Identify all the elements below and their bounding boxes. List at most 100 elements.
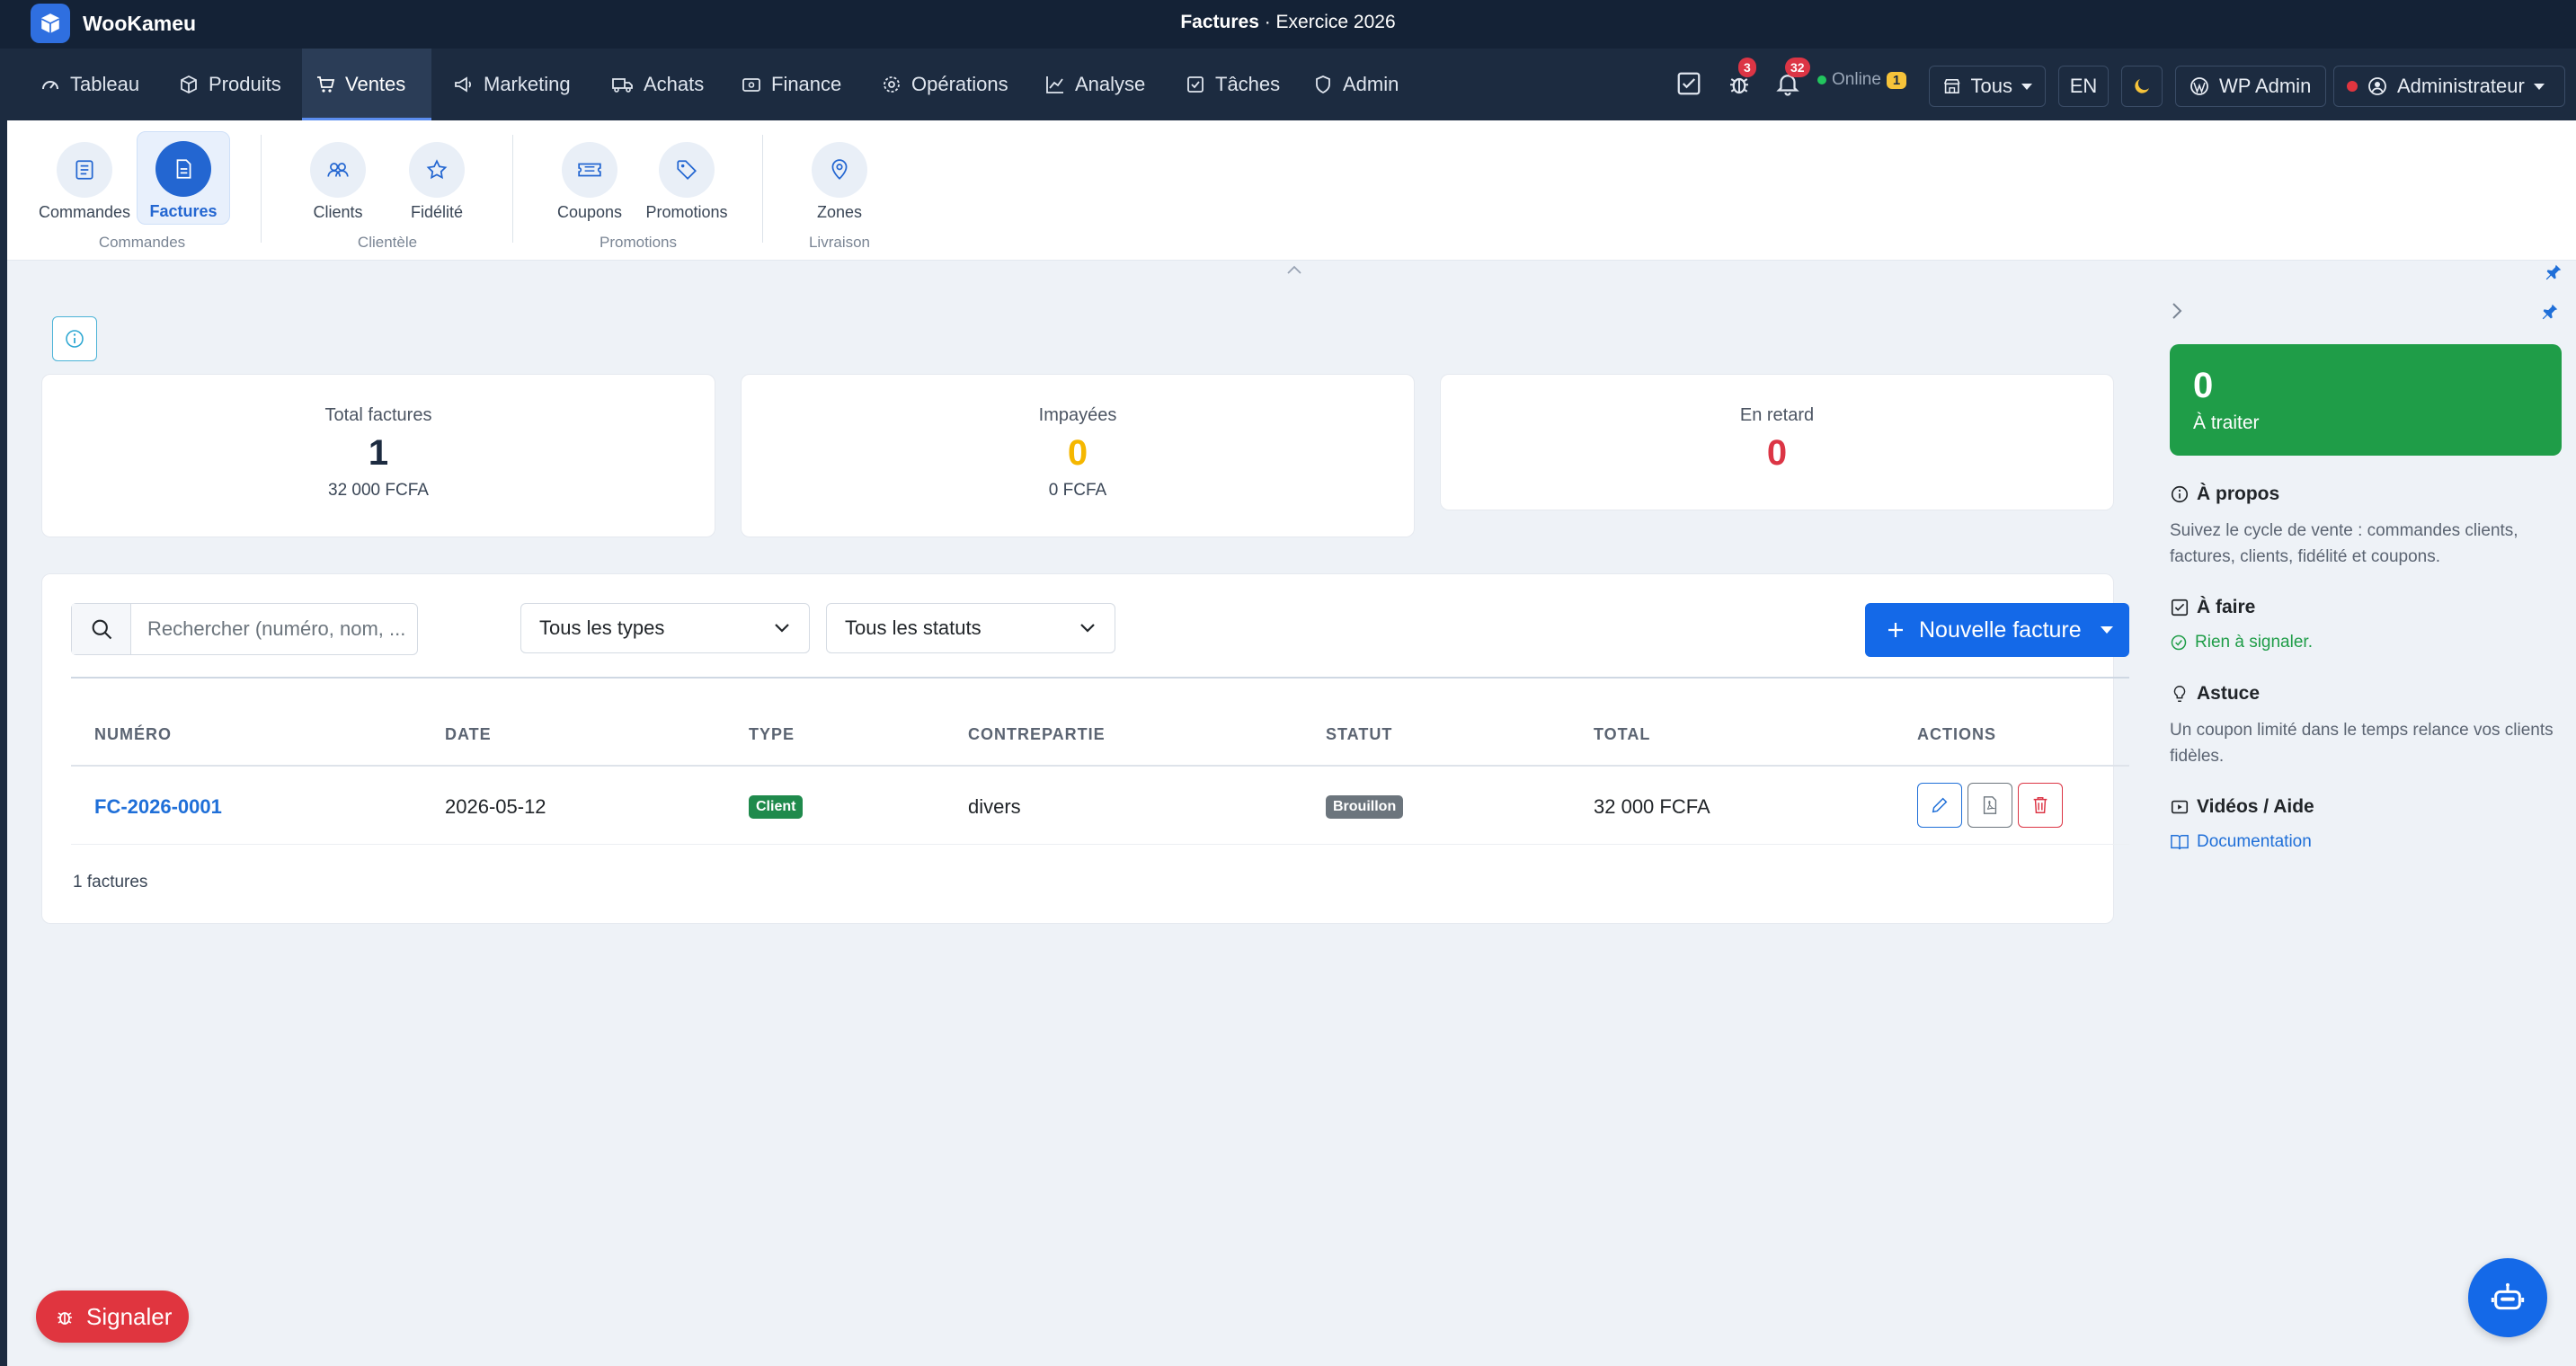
nav-finance[interactable]: Finance: [728, 49, 854, 120]
chevron-down-icon: [2021, 83, 2032, 90]
store-icon: [1943, 79, 1960, 93]
videos-title: Vidéos / Aide: [2197, 796, 2314, 817]
afaire-heading: À faire: [2170, 597, 2255, 618]
col-statut[interactable]: STATUT: [1326, 725, 1392, 744]
documentation-link[interactable]: Documentation: [2170, 832, 2312, 852]
pdf-button[interactable]: [1968, 783, 2012, 828]
info-icon: [66, 330, 84, 348]
nav-ventes[interactable]: Ventes: [302, 49, 431, 120]
stat-card-impayees: Impayées 0 0 FCFA: [741, 374, 1415, 537]
nav-label: Analyse: [1075, 73, 1146, 95]
stat-sub: 32 000 FCFA: [328, 481, 429, 500]
store-select[interactable]: Tous: [1929, 66, 2046, 107]
todo-card[interactable]: 0 À traiter: [2170, 344, 2562, 456]
nav-label: Finance: [771, 73, 842, 95]
col-contrepartie[interactable]: CONTREPARTIE: [968, 725, 1106, 744]
type-badge: Client: [749, 795, 804, 819]
invoice-number-link[interactable]: FC-2026-0001: [94, 795, 222, 819]
tip-title: Astuce: [2197, 683, 2261, 704]
col-numero[interactable]: NUMÉRO: [94, 725, 172, 744]
check-square-icon: [2171, 599, 2189, 616]
collapse-ribbon-icon[interactable]: [1285, 264, 1303, 275]
users-icon: [327, 163, 349, 177]
todo-count: 0: [2193, 366, 2214, 405]
wallet-icon: [742, 78, 760, 92]
online-dot: [1817, 75, 1826, 84]
col-total[interactable]: TOTAL: [1594, 725, 1650, 744]
chevron-right-icon[interactable]: [2170, 300, 2184, 322]
videos-heading: Vidéos / Aide: [2170, 796, 2314, 818]
stat-title: En retard: [1739, 405, 1815, 425]
ribbon-label: Clients: [313, 203, 363, 221]
nav-achats[interactable]: Achats: [599, 49, 716, 120]
ribbon-label: Commandes: [38, 203, 131, 221]
left-edge: [0, 120, 7, 1366]
star-icon: [426, 159, 448, 180]
nav-produits[interactable]: Produits: [165, 49, 294, 120]
pin-icon[interactable]: [2544, 262, 2563, 282]
col-date[interactable]: DATE: [445, 725, 492, 744]
theme-toggle-button[interactable]: [2121, 66, 2163, 107]
nav-admin[interactable]: Admin: [1300, 49, 1411, 120]
window-title: Factures · Exercice 2026: [1180, 12, 1396, 32]
ribbon-coupons[interactable]: Coupons: [543, 133, 636, 222]
nav-analyse[interactable]: Analyse: [1032, 49, 1158, 120]
nav-marketing[interactable]: Marketing: [440, 49, 583, 120]
about-heading: À propos: [2170, 483, 2279, 505]
about-title: À propos: [2197, 483, 2280, 504]
delete-button[interactable]: [2018, 783, 2063, 828]
wordpress-icon: [2190, 77, 2208, 95]
nav-operations[interactable]: Opérations: [868, 49, 1021, 120]
col-type[interactable]: TYPE: [749, 725, 795, 744]
language-button[interactable]: EN: [2058, 66, 2109, 107]
nav-label: Produits: [209, 73, 281, 95]
tasks-check-button[interactable]: [1675, 70, 1704, 99]
stat-card-total: Total factures 1 32 000 FCFA: [41, 374, 715, 537]
status-select-value: Tous les statuts: [845, 616, 982, 639]
ribbon-zones[interactable]: Zones: [793, 133, 886, 222]
stat-card-retard: En retard 0: [1440, 374, 2114, 510]
afaire-status: Rien à signaler.: [2170, 633, 2313, 652]
stat-value: 0: [1067, 433, 1088, 473]
edit-button[interactable]: [1917, 783, 1962, 828]
type-select[interactable]: Tous les types: [520, 603, 810, 653]
ribbon-separator: [762, 135, 763, 243]
gauge-icon: [42, 81, 58, 90]
ribbon-label: Promotions: [645, 203, 728, 221]
nav-label: Opérations: [911, 73, 1008, 95]
wp-admin-button[interactable]: WP Admin: [2175, 66, 2326, 107]
search-input[interactable]: [131, 604, 417, 654]
nav-tableau[interactable]: Tableau: [27, 49, 152, 120]
ribbon-group-livraison: Livraison: [808, 234, 871, 251]
ribbon-fidelite[interactable]: Fidélité: [390, 133, 484, 222]
ribbon-factures[interactable]: Factures: [137, 131, 230, 225]
pencil-icon: [1932, 797, 1948, 813]
ribbon-commandes[interactable]: Commandes: [38, 133, 131, 222]
ribbon-clients[interactable]: Clients: [291, 133, 385, 222]
new-invoice-button[interactable]: Nouvelle facture: [1865, 603, 2129, 657]
check-circle-icon: [2171, 634, 2187, 651]
nav-label: Tableau: [70, 73, 140, 95]
nav-taches[interactable]: Tâches: [1172, 49, 1292, 120]
notification-count-badge: 32: [1785, 58, 1810, 77]
assistant-bot-button[interactable]: [2468, 1258, 2547, 1337]
robot-icon: [2491, 1282, 2525, 1310]
ribbon-label: Coupons: [556, 203, 623, 221]
online-count-badge: 1: [1886, 71, 1907, 89]
gear-icon: [884, 76, 900, 93]
bug-count-badge: 3: [1738, 58, 1756, 77]
type-select-value: Tous les types: [539, 616, 665, 639]
ribbon-promotions[interactable]: Promotions: [640, 133, 733, 222]
tip-text: Un coupon limité dans le temps relance v…: [2170, 721, 2554, 766]
pin-icon[interactable]: [2540, 302, 2560, 322]
report-bug-button[interactable]: Signaler: [36, 1291, 189, 1343]
user-menu[interactable]: Administrateur: [2333, 66, 2565, 107]
nav-label: Achats: [644, 73, 705, 95]
online-status[interactable]: Online 1: [1817, 70, 1907, 90]
search-icon: [92, 619, 111, 640]
status-select[interactable]: Tous les statuts: [826, 603, 1115, 653]
info-button[interactable]: [52, 316, 97, 361]
todo-label: À traiter: [2193, 412, 2260, 433]
check-square-icon: [1677, 72, 1701, 95]
ribbon-label: Zones: [816, 203, 863, 221]
